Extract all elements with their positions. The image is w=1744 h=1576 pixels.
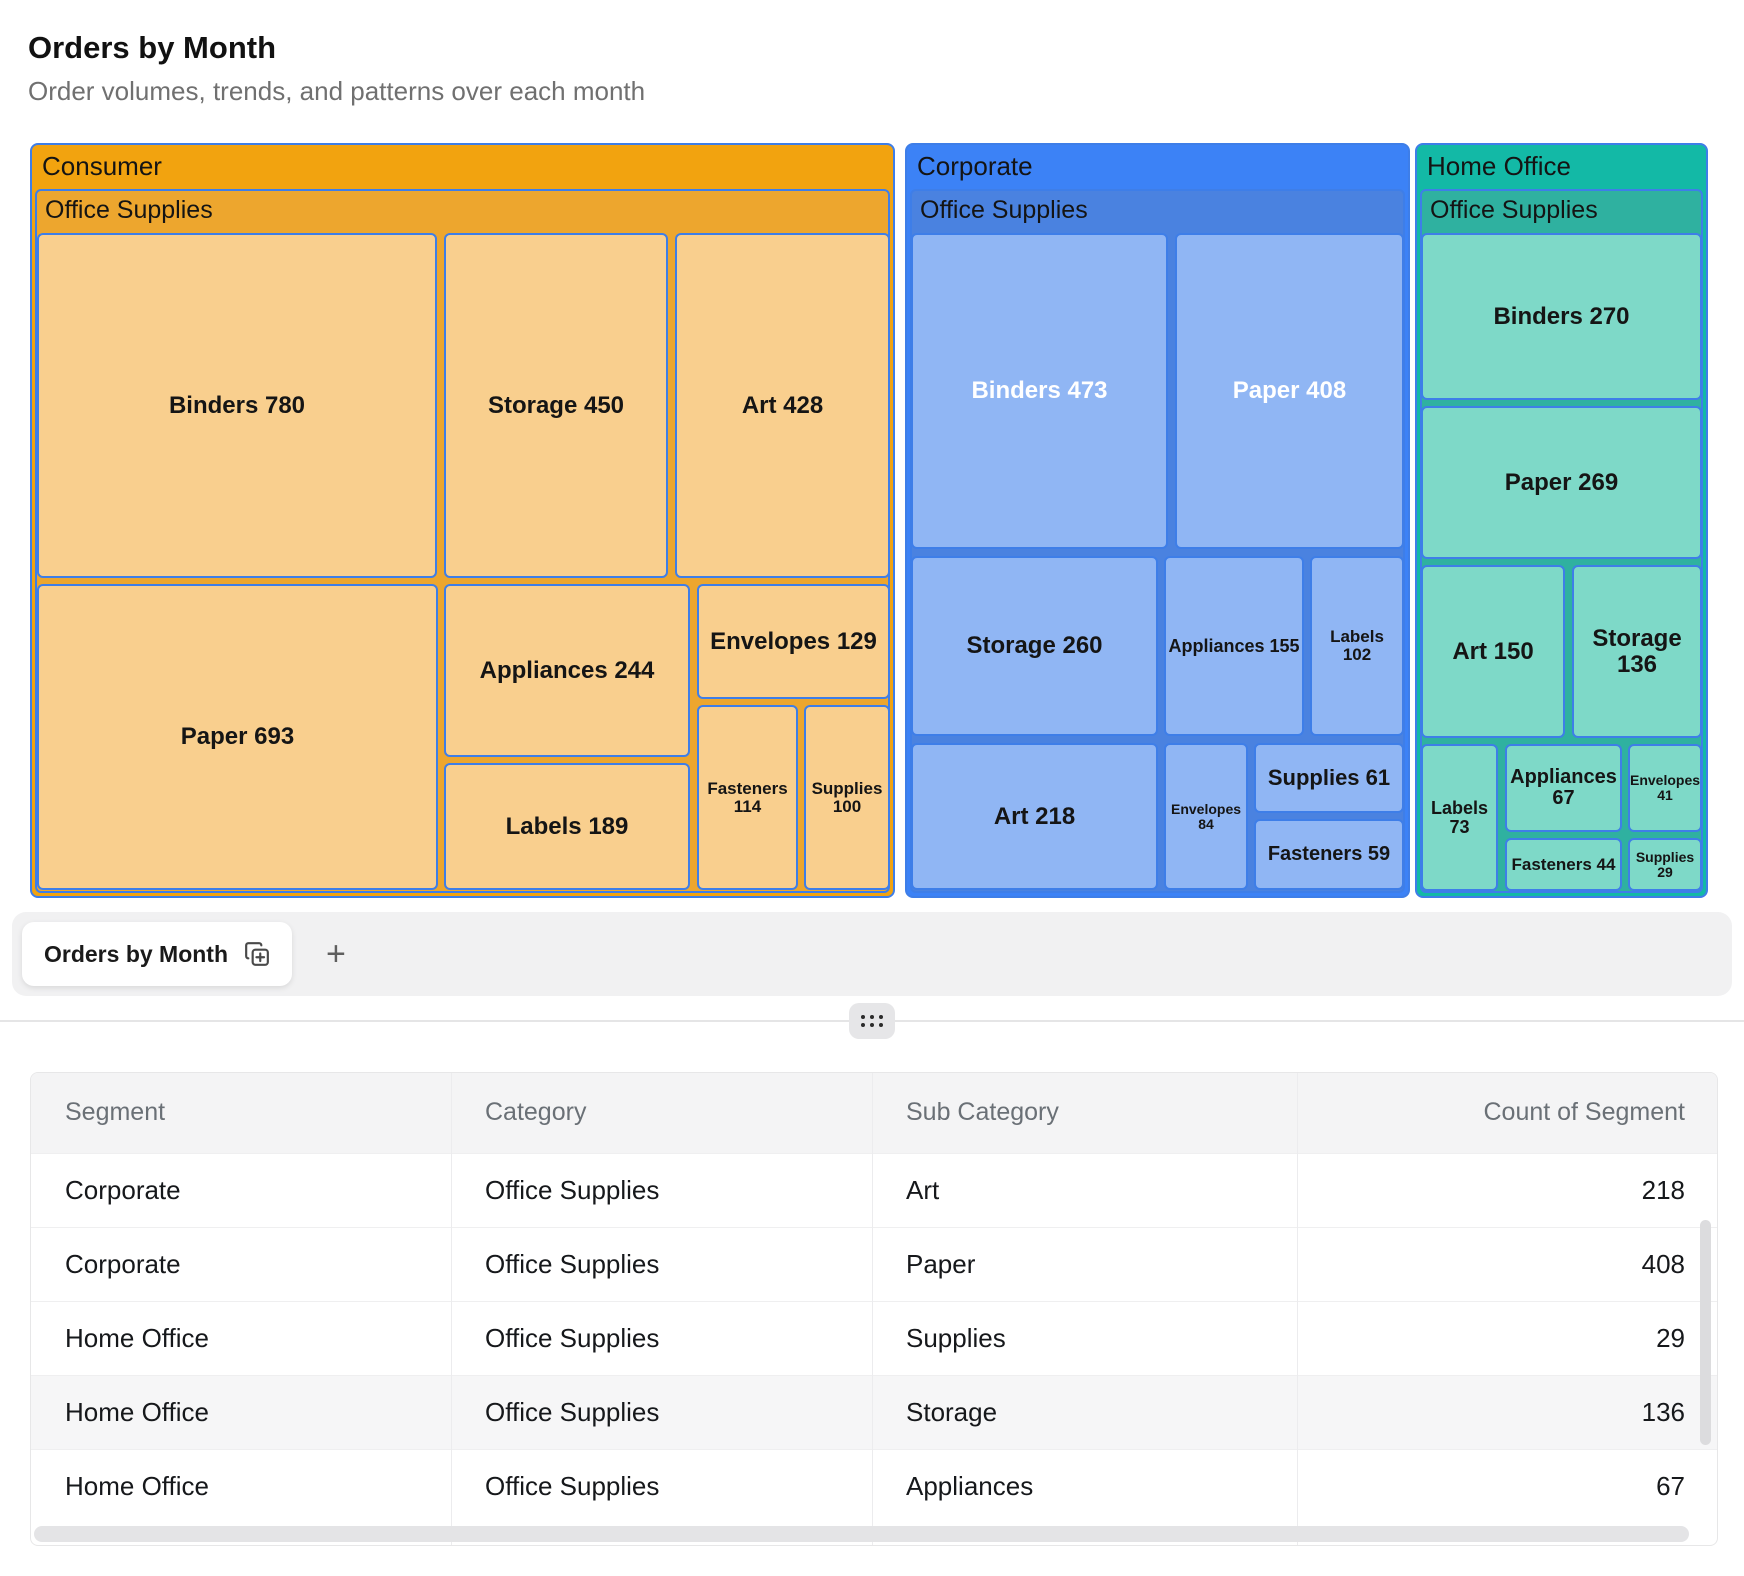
cell-sub-category: Appliances: [872, 1449, 1297, 1523]
treemap-cell-consumer-binders[interactable]: Binders 780: [37, 233, 437, 578]
cell-sub-category: Art: [872, 1153, 1297, 1227]
table-row[interactable]: CorporateOffice SuppliesPaper408: [31, 1227, 1718, 1301]
data-table: Segment Category Sub Category Count of S…: [31, 1073, 1718, 1523]
treemap-cell-consumer-fasteners[interactable]: Fasteners 114: [697, 705, 798, 890]
treemap-cell-corporate-paper[interactable]: Paper 408: [1175, 233, 1404, 549]
cell-sub-category: Supplies: [872, 1301, 1297, 1375]
treemap-cell-home-office-envelopes[interactable]: Envelopes 41: [1628, 744, 1702, 832]
tab-bar: Orders by Month +: [12, 912, 1732, 996]
cell-count: 136: [1297, 1375, 1718, 1449]
treemap-chart: ConsumerOffice SuppliesBinders 780Storag…: [30, 143, 1708, 898]
treemap-cell-corporate-supplies[interactable]: Supplies 61: [1254, 743, 1404, 813]
dashboard-page: Orders by Month Order volumes, trends, a…: [0, 0, 1744, 1576]
cell-category: Office Supplies: [451, 1449, 872, 1523]
header-category[interactable]: Category: [451, 1073, 872, 1153]
treemap-cell-corporate-fasteners[interactable]: Fasteners 59: [1254, 819, 1404, 890]
cell-sub-category: Paper: [872, 1227, 1297, 1301]
treemap-cell-corporate-labels[interactable]: Labels 102: [1310, 556, 1404, 736]
group-label: Office Supplies: [920, 196, 1088, 225]
treemap-cell-corporate-art[interactable]: Art 218: [911, 743, 1158, 890]
treemap-cell-home-office-supplies[interactable]: Supplies 29: [1628, 838, 1702, 891]
page-subtitle: Order volumes, trends, and patterns over…: [28, 76, 645, 107]
grip-dots-icon: [861, 1015, 883, 1027]
treemap-cell-consumer-paper[interactable]: Paper 693: [37, 584, 438, 890]
table-row[interactable]: Home OfficeOffice SuppliesSupplies29: [31, 1301, 1718, 1375]
table-row[interactable]: Home OfficeOffice SuppliesAppliances67: [31, 1449, 1718, 1523]
treemap-cell-home-office-art[interactable]: Art 150: [1421, 565, 1565, 738]
cell-segment: Corporate: [31, 1227, 451, 1301]
treemap-cell-home-office-binders[interactable]: Binders 270: [1421, 233, 1702, 400]
treemap-cell-corporate-storage[interactable]: Storage 260: [911, 556, 1158, 736]
treemap-cell-corporate-appliances[interactable]: Appliances 155: [1164, 556, 1304, 736]
treemap-cell-consumer-appliances[interactable]: Appliances 244: [444, 584, 690, 757]
table-row[interactable]: CorporateOffice SuppliesArt218: [31, 1153, 1718, 1227]
header-segment[interactable]: Segment: [31, 1073, 451, 1153]
cell-category: Office Supplies: [451, 1153, 872, 1227]
table-row[interactable]: Home OfficeOffice SuppliesStorage136: [31, 1375, 1718, 1449]
treemap-cell-consumer-storage[interactable]: Storage 450: [444, 233, 668, 578]
treemap-cell-corporate-binders[interactable]: Binders 473: [911, 233, 1168, 549]
cell-count: 67: [1297, 1449, 1718, 1523]
cell-category: Office Supplies: [451, 1375, 872, 1449]
table-header-row: Segment Category Sub Category Count of S…: [31, 1073, 1718, 1153]
section-label: Corporate: [917, 151, 1033, 182]
treemap-cell-consumer-labels[interactable]: Labels 189: [444, 763, 690, 890]
header-count-of-segment[interactable]: Count of Segment: [1297, 1073, 1718, 1153]
cell-count: 218: [1297, 1153, 1718, 1227]
column-divider: [872, 1073, 873, 1545]
vertical-scrollbar[interactable]: [1700, 1220, 1711, 1445]
cell-segment: Home Office: [31, 1449, 451, 1523]
pane-resize-handle[interactable]: [849, 1003, 895, 1039]
treemap-cell-consumer-art[interactable]: Art 428: [675, 233, 890, 578]
cell-count: 408: [1297, 1227, 1718, 1301]
treemap-cell-home-office-labels[interactable]: Labels 73: [1421, 744, 1498, 891]
add-tab-button[interactable]: +: [326, 937, 346, 971]
treemap-cell-consumer-supplies[interactable]: Supplies 100: [804, 705, 890, 890]
section-label: Home Office: [1427, 151, 1571, 182]
tab-orders-by-month[interactable]: Orders by Month: [22, 922, 292, 986]
cell-segment: Home Office: [31, 1375, 451, 1449]
column-divider: [1297, 1073, 1298, 1545]
treemap-cell-home-office-fasteners[interactable]: Fasteners 44: [1505, 838, 1622, 891]
treemap-cell-home-office-appliances[interactable]: Appliances 67: [1505, 744, 1622, 832]
cell-segment: Home Office: [31, 1301, 451, 1375]
duplicate-tab-icon[interactable]: [244, 941, 270, 967]
cell-count: 29: [1297, 1301, 1718, 1375]
page-title: Orders by Month: [28, 30, 276, 66]
cell-category: Office Supplies: [451, 1301, 872, 1375]
cell-category: Office Supplies: [451, 1227, 872, 1301]
header-sub-category[interactable]: Sub Category: [872, 1073, 1297, 1153]
group-label: Office Supplies: [1430, 196, 1598, 225]
treemap-cell-corporate-envelopes[interactable]: Envelopes 84: [1164, 743, 1248, 890]
section-label: Consumer: [42, 151, 162, 182]
tab-label: Orders by Month: [44, 941, 228, 968]
treemap-cell-home-office-storage[interactable]: Storage 136: [1572, 565, 1702, 738]
treemap-cell-home-office-paper[interactable]: Paper 269: [1421, 406, 1702, 559]
horizontal-scrollbar[interactable]: [34, 1526, 1689, 1542]
treemap-cell-consumer-envelopes[interactable]: Envelopes 129: [697, 584, 890, 699]
cell-sub-category: Storage: [872, 1375, 1297, 1449]
column-divider: [451, 1073, 452, 1545]
group-label: Office Supplies: [45, 196, 213, 225]
cell-segment: Corporate: [31, 1153, 451, 1227]
data-table-card: Segment Category Sub Category Count of S…: [30, 1072, 1718, 1546]
